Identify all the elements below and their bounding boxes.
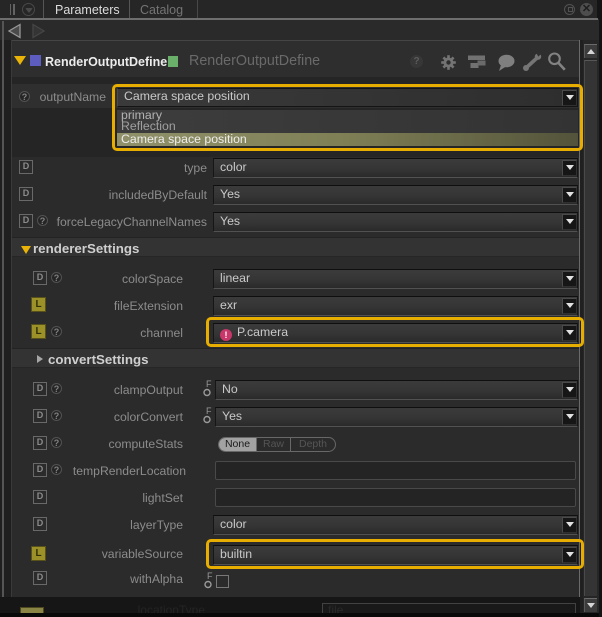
svg-text:F: F (207, 571, 213, 581)
svg-text:F: F (206, 406, 212, 416)
svg-text:F: F (206, 379, 212, 389)
